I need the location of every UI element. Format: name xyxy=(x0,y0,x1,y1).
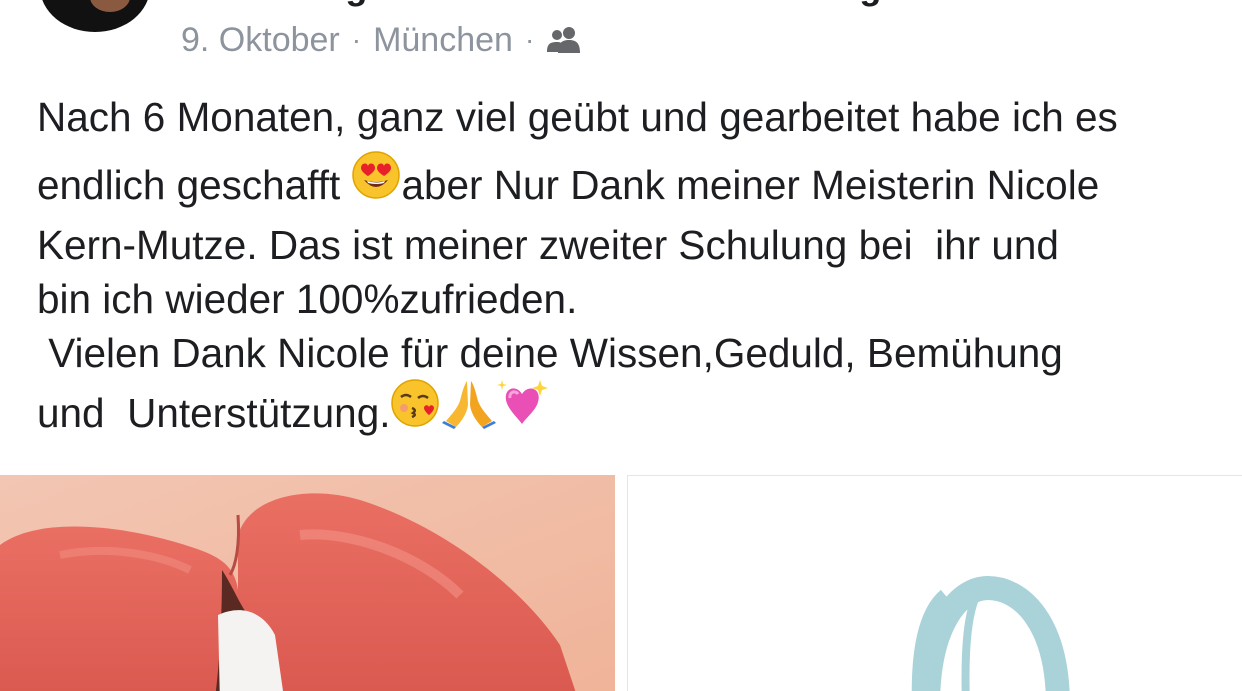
lips-photo[interactable] xyxy=(0,475,615,691)
post-text: Nach 6 Monaten, ganz viel geübt und gear… xyxy=(37,90,1227,446)
post-text-line: Vielen Dank Nicole für deine Wissen,Gedu… xyxy=(37,330,1063,376)
face-blowing-kiss-emoji xyxy=(390,378,442,447)
author-avatar[interactable] xyxy=(40,0,150,32)
post-date[interactable]: 9. Oktober xyxy=(181,21,340,60)
sparkling-heart-emoji xyxy=(496,378,550,447)
post-text-line: Kern-Mutze. Das ist meiner zweiter Schul… xyxy=(37,222,1059,268)
meta-separator: · xyxy=(524,24,535,55)
post-text-line: endlich geschafft aber Nur Dank meiner M… xyxy=(37,150,1227,219)
logo-photo[interactable] xyxy=(627,475,1242,691)
post-location[interactable]: München xyxy=(373,21,513,60)
post-text-line: Nach 6 Monaten, ganz viel geübt und gear… xyxy=(37,94,1118,140)
post-meta: 9. Oktober · München · xyxy=(181,20,582,60)
author-name[interactable]: rier Avantgarde München & Microblading. xyxy=(180,0,891,8)
post-text-fragment: und Unterstützung. xyxy=(37,390,391,436)
post-text-fragment: aber Nur Dank meiner Meisterin Nicole xyxy=(401,162,1100,208)
post-text-line: und Unterstützung. xyxy=(37,377,1227,448)
post-text-fragment: endlich geschafft xyxy=(37,162,352,208)
post-text-line: bin ich wieder 100%zufrieden. xyxy=(37,276,578,322)
meta-separator: · xyxy=(351,24,362,55)
facebook-post: rier Avantgarde München & Microblading. … xyxy=(0,0,1242,691)
heart-eyes-emoji xyxy=(351,150,401,219)
friends-icon[interactable] xyxy=(546,25,582,55)
folded-hands-emoji xyxy=(442,377,497,448)
